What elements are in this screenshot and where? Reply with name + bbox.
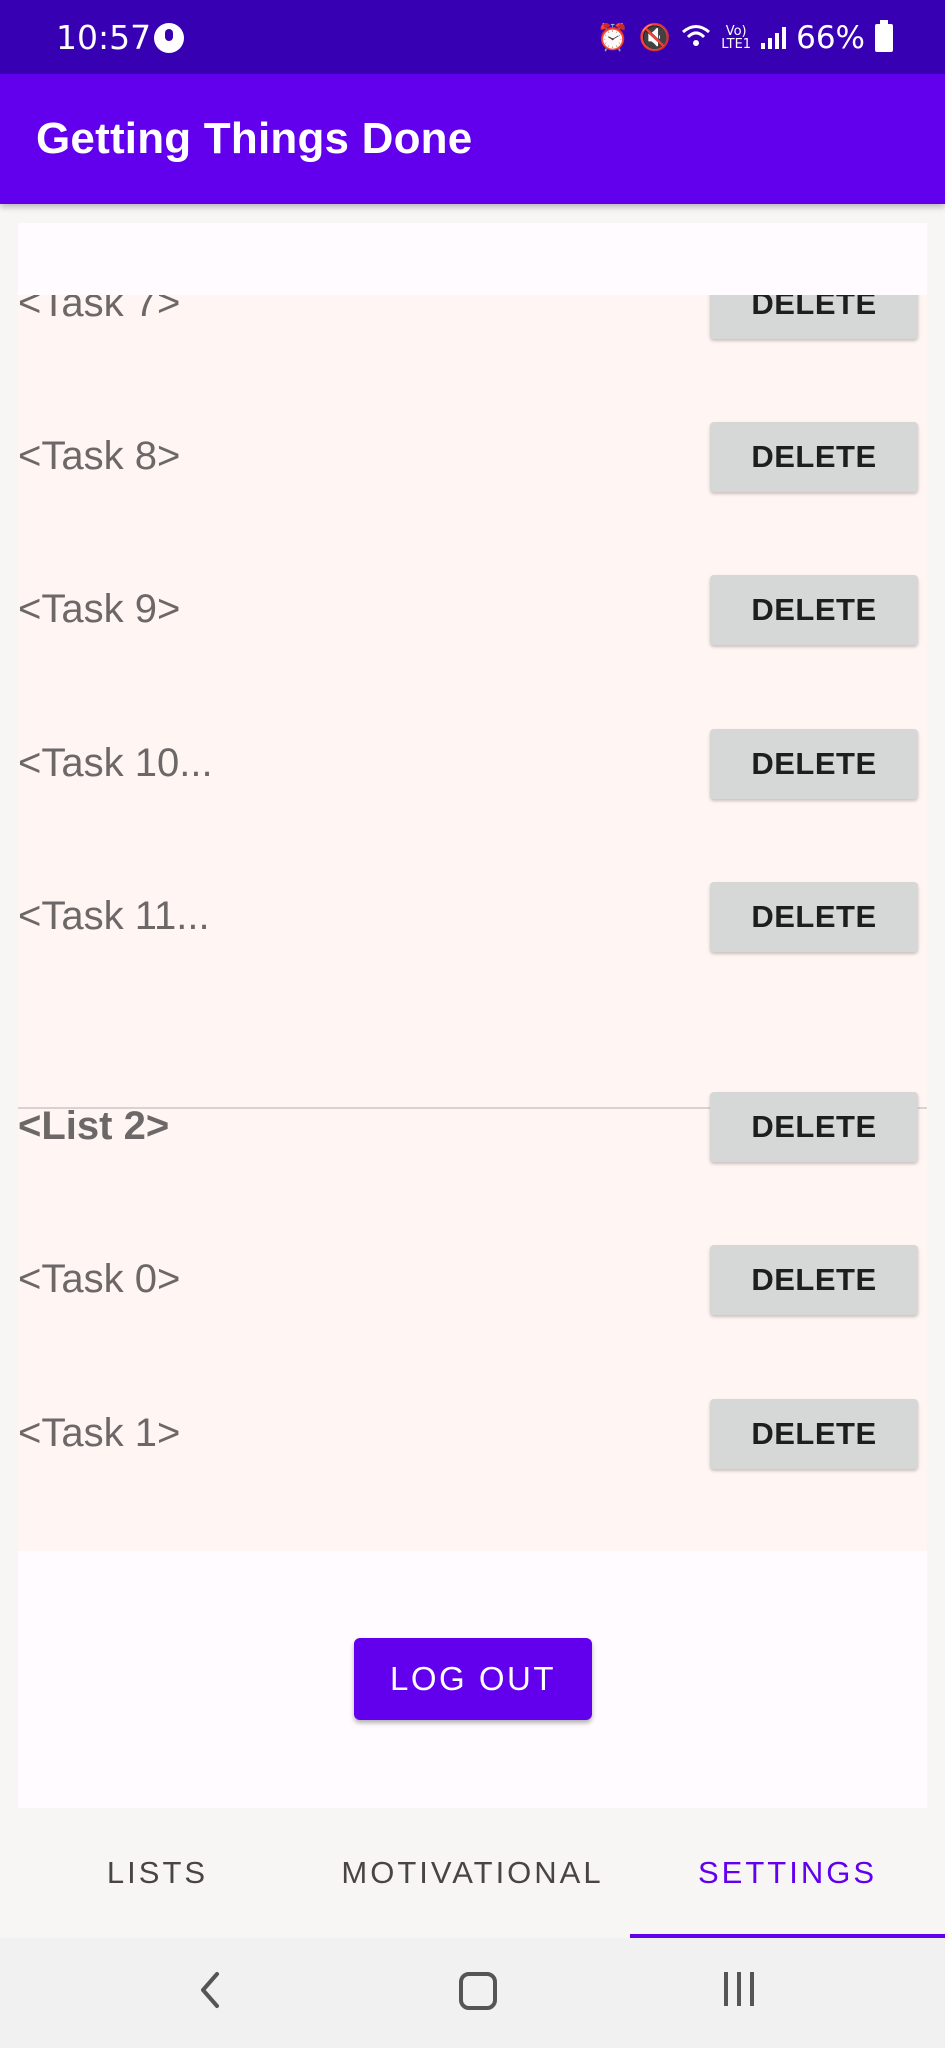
delete-button[interactable]: DELETE (710, 422, 918, 492)
wifi-icon (681, 23, 711, 54)
notification-icon (154, 23, 184, 53)
delete-button[interactable]: DELETE (710, 1399, 918, 1469)
settings-content: <Task 7> DELETE <Task 8> DELETE <Task 9>… (18, 223, 927, 1808)
task-row: <Task 10... DELETE (18, 713, 927, 813)
status-icons: ⏰ 🔇 Vo) LTE1 66% (596, 18, 893, 58)
mute-icon: 🔇 (638, 23, 672, 53)
delete-button[interactable]: DELETE (710, 1245, 918, 1315)
card-top-band (18, 223, 927, 295)
delete-button[interactable]: DELETE (710, 575, 918, 645)
delete-button[interactable]: DELETE (710, 882, 918, 952)
lte-label-bottom: LTE1 (721, 37, 752, 52)
tab-lists[interactable]: LISTS (0, 1808, 315, 1938)
list-header-row: <List 2> DELETE (18, 1076, 927, 1176)
task-label: <Task 10... (18, 741, 213, 785)
bottom-tab-bar: LISTS MOTIVATIONAL SETTINGS (0, 1808, 945, 1938)
alarm-icon: ⏰ (596, 23, 629, 53)
tab-settings[interactable]: SETTINGS (630, 1808, 945, 1938)
back-icon[interactable] (195, 1970, 225, 2010)
task-row: <Task 0> DELETE (18, 1229, 927, 1329)
task-label: <Task 8> (18, 434, 181, 478)
lists-card[interactable]: <Task 7> DELETE <Task 8> DELETE <Task 9>… (18, 269, 927, 1551)
task-label: <Task 0> (18, 1257, 181, 1301)
task-row: <Task 9> DELETE (18, 559, 927, 659)
home-icon[interactable] (459, 1972, 497, 2010)
battery-icon (875, 20, 893, 52)
app-title: Getting Things Done (36, 114, 473, 163)
signal-icon (761, 27, 787, 49)
lte-indicator: Vo) LTE1 (721, 25, 751, 51)
task-row: <Task 1> DELETE (18, 1383, 927, 1483)
task-row: <Task 11... DELETE (18, 866, 927, 966)
list-label: <List 2> (18, 1104, 170, 1148)
task-label: <Task 9> (18, 587, 181, 631)
app-bar: Getting Things Done (0, 74, 945, 204)
recent-apps-icon[interactable] (724, 1972, 754, 2006)
delete-list-button[interactable]: DELETE (710, 1092, 918, 1162)
system-nav-bar (0, 1938, 945, 2048)
delete-button[interactable]: DELETE (710, 729, 918, 799)
tab-motivational[interactable]: MOTIVATIONAL (315, 1808, 630, 1938)
task-label: <Task 11... (18, 894, 210, 938)
battery-percent: 66% (796, 20, 865, 56)
status-time: 10:57 (56, 18, 152, 57)
status-bar: 10:57 ⏰ 🔇 Vo) LTE1 66% (0, 0, 945, 74)
task-row: <Task 8> DELETE (18, 406, 927, 506)
logout-button[interactable]: LOG OUT (354, 1638, 592, 1720)
task-label: <Task 1> (18, 1411, 181, 1455)
